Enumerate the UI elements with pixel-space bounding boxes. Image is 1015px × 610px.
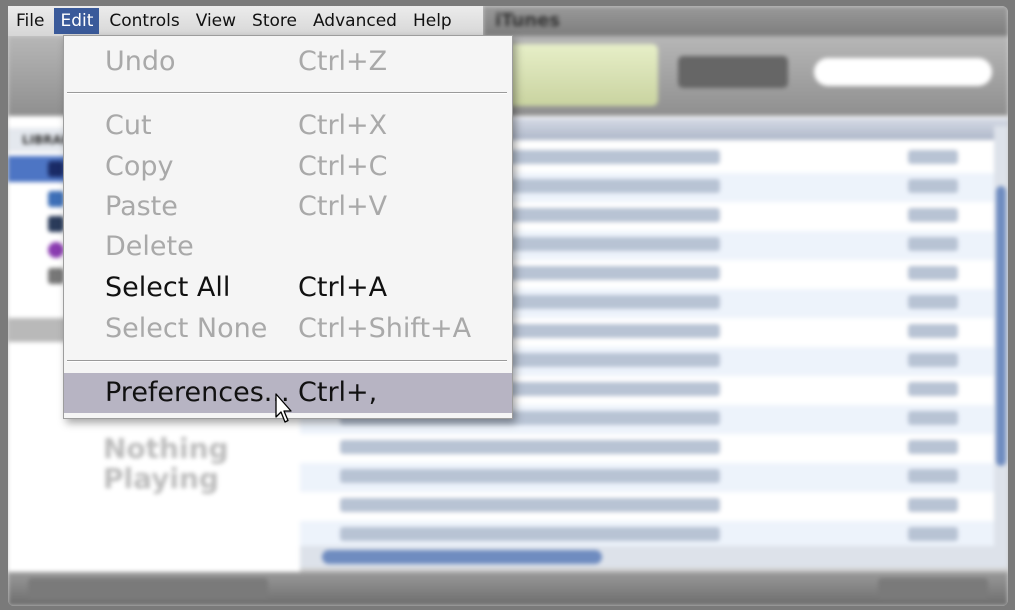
vertical-scrollbar[interactable] [994,126,1008,546]
mouse-pointer-icon [275,393,292,423]
menu-separator [67,360,507,362]
menu-store[interactable]: Store [244,8,305,34]
view-buttons[interactable] [678,56,788,88]
search-input[interactable] [814,58,992,86]
menu-item-shortcut: Ctrl+V [298,191,388,222]
horizontal-scrollbar[interactable] [300,546,1008,568]
menu-view[interactable]: View [188,8,244,34]
menu-item-paste[interactable]: Paste Ctrl+V [64,187,512,227]
menu-item-copy[interactable]: Copy Ctrl+C [64,147,512,187]
table-row[interactable] [300,434,1008,463]
table-row[interactable] [300,492,1008,521]
music-icon [48,161,64,177]
scroll-thumb[interactable] [322,550,602,564]
menu-item-shortcut: Ctrl+, [298,377,378,408]
podcast-icon [48,242,64,258]
nothing-playing-label: Nothing Playing [103,434,229,494]
menu-controls[interactable]: Controls [101,8,187,34]
playing-label: Playing [103,462,219,495]
movies-icon [48,191,64,207]
menu-edit[interactable]: Edit [54,8,100,34]
menu-advanced[interactable]: Advanced [305,8,405,34]
edit-menu-dropdown: Undo Ctrl+Z Cut Ctrl+X Copy Ctrl+C Paste… [63,35,513,419]
menu-help[interactable]: Help [405,8,460,34]
scroll-thumb[interactable] [996,186,1006,466]
menu-bar: File Edit Controls View Store Advanced H… [8,6,483,36]
playlist-buttons[interactable] [28,578,268,600]
menu-item-shortcut: Ctrl+Shift+A [298,313,472,344]
menu-item-shortcut: Ctrl+X [298,110,388,141]
menu-file[interactable]: File [8,8,52,34]
menu-item-label: Cut [105,110,152,141]
menu-item-undo[interactable]: Undo Ctrl+Z [64,42,512,82]
title-bar: iTunes [483,6,1008,36]
menu-item-label: Select None [105,313,268,344]
menu-item-label: Preferences... [105,377,290,408]
nothing-label: Nothing [103,432,229,465]
menu-separator [67,92,507,94]
menu-item-label: Select All [105,272,231,303]
radio-icon [48,268,64,284]
bottom-right-buttons[interactable] [878,578,988,600]
menu-item-cut[interactable]: Cut Ctrl+X [64,106,512,146]
menu-item-label: Copy [105,151,174,182]
menu-item-select-all[interactable]: Select All Ctrl+A [64,268,512,308]
menu-item-select-none[interactable]: Select None Ctrl+Shift+A [64,309,512,349]
tv-icon [48,216,64,232]
menu-item-shortcut: Ctrl+Z [298,46,388,77]
now-playing-display [498,44,658,106]
status-bar [8,572,1008,606]
menu-item-shortcut: Ctrl+A [298,272,388,303]
table-row[interactable] [300,463,1008,492]
menu-item-delete[interactable]: Delete [64,227,512,267]
menu-item-label: Paste [105,191,178,222]
menu-item-shortcut: Ctrl+C [298,151,388,182]
menu-item-label: Delete [105,231,194,262]
window-title: iTunes [495,10,561,31]
menu-item-label: Undo [105,46,176,77]
